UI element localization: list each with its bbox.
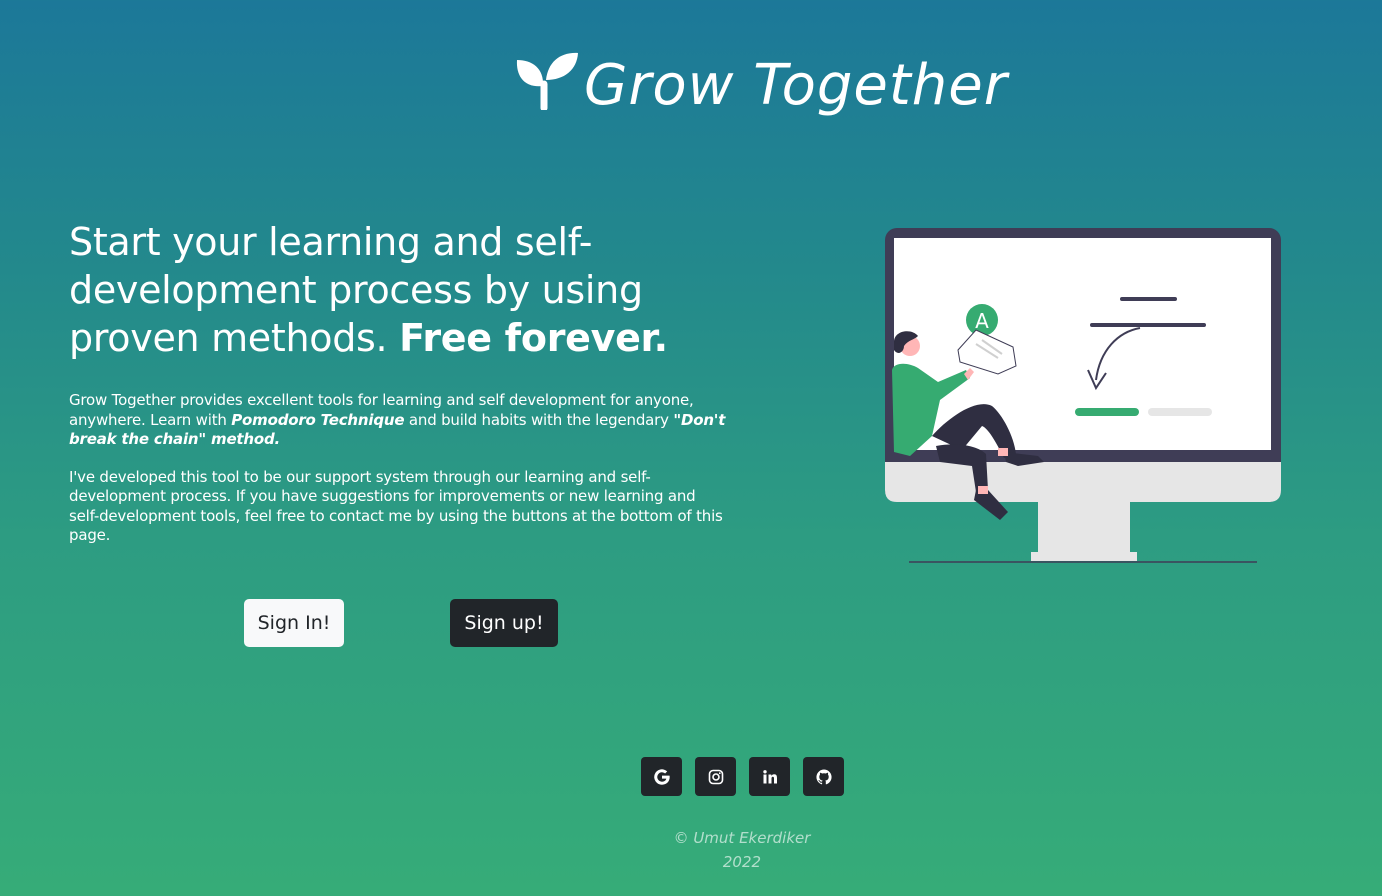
instagram-link[interactable] [695,757,736,796]
hero-illustration: A [885,228,1281,563]
github-icon [815,769,832,784]
sprout-icon [516,52,578,110]
footer-year: 2022 [722,853,762,871]
instagram-icon [708,769,723,784]
hero-section: Start your learning and self-development… [69,218,729,546]
monitor-screen [894,238,1271,450]
google-icon [653,768,670,785]
monitor-stand [1038,500,1130,554]
auth-buttons: Sign In! Sign up! [0,599,1382,647]
screen-line-long [1090,323,1206,327]
headline-emphasis: Free forever. [399,316,668,360]
intro-paragraph: Grow Together provides excellent tools f… [69,391,729,450]
hero-headline: Start your learning and self-development… [69,218,729,362]
intro-text-2: and build habits with the legendary [404,410,674,429]
social-links [641,757,844,796]
brand-logo: Grow Together [514,40,1008,130]
sign-in-button[interactable]: Sign In! [244,599,344,647]
sign-up-button[interactable]: Sign up! [450,599,558,647]
google-link[interactable] [641,757,682,796]
footer: © Umut Ekerdiker 2022 [0,826,1382,874]
monitor-base [1031,552,1137,561]
github-link[interactable] [803,757,844,796]
footer-author: © Umut Ekerdiker [673,829,811,847]
linkedin-link[interactable] [749,757,790,796]
letter-badge-text: A [975,309,989,333]
about-paragraph: I've developed this tool to be our suppo… [69,467,723,545]
screen-line-short [1120,297,1177,301]
monitor-chin [885,462,1281,502]
pomodoro-emphasis: Pomodoro Technique [231,410,405,429]
progress-bar-pending [1148,408,1212,416]
linkedin-icon [762,769,777,783]
progress-bar-done [1075,408,1139,416]
brand-name: Grow Together [584,52,1008,118]
